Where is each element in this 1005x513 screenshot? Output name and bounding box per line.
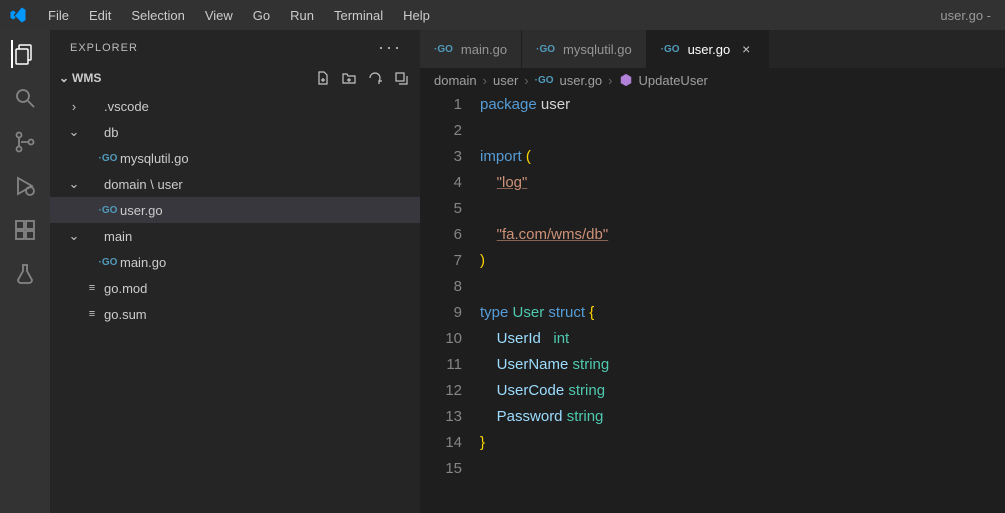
go-file-icon: ·GO [98, 204, 118, 216]
explorer-icon[interactable] [11, 40, 39, 68]
breadcrumb-file[interactable]: user.go [560, 73, 603, 88]
code-editor[interactable]: 123456789101112131415 package user impor… [420, 92, 1005, 482]
tree-item-label: db [102, 125, 118, 140]
spacer [82, 203, 98, 218]
menu-terminal[interactable]: Terminal [324, 4, 393, 27]
go-file-icon: ·GO [98, 256, 118, 268]
menu-bar: FileEditSelectionViewGoRunTerminalHelp [38, 4, 440, 27]
tree-item[interactable]: ·GOuser.go [50, 197, 420, 223]
go-file-icon: ·GO [536, 44, 555, 55]
tree-item[interactable]: ≡go.mod [50, 275, 420, 301]
editor-tab[interactable]: ·GO main.go [420, 30, 522, 68]
tree-item[interactable]: ≡go.sum [50, 301, 420, 327]
chevron-right-icon: › [608, 73, 612, 88]
run-debug-icon[interactable] [11, 172, 39, 200]
tab-label: mysqlutil.go [563, 42, 632, 57]
tab-label: user.go [688, 42, 731, 57]
menu-file[interactable]: File [38, 4, 79, 27]
chevron-down-icon: ⌄ [66, 176, 82, 192]
refresh-icon[interactable] [366, 69, 384, 87]
line-gutter: 123456789101112131415 [420, 92, 480, 482]
tree-item-label: main.go [118, 255, 166, 270]
workspace-header[interactable]: ⌄ WMS [50, 65, 420, 91]
tree-item-label: main [102, 229, 132, 244]
editor-area: ·GO main.go ·GO mysqlutil.go ·GO user.go × dom… [420, 30, 1005, 513]
go-file-icon: ·GO [535, 75, 554, 86]
extensions-icon[interactable] [11, 216, 39, 244]
search-icon[interactable] [11, 84, 39, 112]
file-tree: ›.vscode⌄db ·GOmysqlutil.go⌄domain \ use… [50, 91, 420, 329]
tree-item[interactable]: › .vscode [50, 93, 420, 119]
menu-run[interactable]: Run [280, 4, 324, 27]
editor-tabs: ·GO main.go ·GO mysqlutil.go ·GO user.go × [420, 30, 1005, 68]
chevron-right-icon: › [66, 99, 82, 114]
breadcrumb-part[interactable]: user [493, 73, 518, 88]
spacer [66, 307, 82, 322]
activity-bar [0, 30, 50, 513]
menu-go[interactable]: Go [243, 4, 280, 27]
tree-item[interactable]: ⌄ db [50, 119, 420, 145]
collapse-all-icon[interactable] [392, 69, 410, 87]
menu-edit[interactable]: Edit [79, 4, 121, 27]
chevron-right-icon: › [524, 73, 528, 88]
new-file-icon[interactable] [314, 69, 332, 87]
window-title: user.go - [940, 8, 997, 23]
tree-item-label: user.go [118, 203, 163, 218]
spacer [66, 281, 82, 296]
breadcrumb-part[interactable]: domain [434, 73, 477, 88]
tree-item-label: go.mod [102, 281, 147, 296]
go-file-icon: ·GO [98, 152, 118, 164]
code-body[interactable]: package user import ( "log" "fa.com/wms/… [480, 92, 1005, 482]
close-icon[interactable]: × [738, 41, 754, 57]
editor-tab[interactable]: ·GO user.go × [647, 30, 770, 68]
tree-item-label: .vscode [102, 99, 149, 114]
breadcrumb[interactable]: domain › user › ·GO user.go › UpdateUser [420, 68, 1005, 92]
breadcrumb-symbol[interactable]: UpdateUser [639, 73, 708, 88]
menu-selection[interactable]: Selection [121, 4, 194, 27]
source-control-icon[interactable] [11, 128, 39, 156]
go-file-icon: ·GO [661, 44, 680, 55]
tree-item[interactable]: ·GOmain.go [50, 249, 420, 275]
explorer-title: EXPLORER [70, 42, 138, 54]
go-file-icon: ·GO [434, 44, 453, 55]
method-icon [619, 73, 633, 87]
chevron-down-icon: ⌄ [66, 228, 82, 244]
menu-view[interactable]: View [195, 4, 243, 27]
tree-item[interactable]: ⌄ domain \ user [50, 171, 420, 197]
tree-item-label: go.sum [102, 307, 147, 322]
menu-help[interactable]: Help [393, 4, 440, 27]
explorer-header: EXPLORER ··· [50, 30, 420, 65]
tree-item[interactable]: ·GOmysqlutil.go [50, 145, 420, 171]
spacer [82, 255, 98, 270]
file-icon: ≡ [82, 282, 102, 294]
testing-icon[interactable] [11, 260, 39, 288]
vscode-logo-icon [8, 5, 28, 25]
chevron-down-icon: ⌄ [56, 71, 72, 85]
workspace-name: WMS [72, 71, 101, 85]
tree-item-label: domain \ user [102, 177, 183, 192]
chevron-down-icon: ⌄ [66, 124, 82, 140]
chevron-right-icon: › [483, 73, 487, 88]
spacer [82, 151, 98, 166]
new-folder-icon[interactable] [340, 69, 358, 87]
file-icon: ≡ [82, 308, 102, 320]
editor-tab[interactable]: ·GO mysqlutil.go [522, 30, 647, 68]
tree-item[interactable]: ⌄ main [50, 223, 420, 249]
tree-item-label: mysqlutil.go [118, 151, 189, 166]
tab-label: main.go [461, 42, 507, 57]
explorer-more-icon[interactable]: ··· [378, 37, 402, 58]
explorer-sidebar: EXPLORER ··· ⌄ WMS ›.vscode⌄db ·GOmysqlu… [50, 30, 420, 513]
titlebar: FileEditSelectionViewGoRunTerminalHelp u… [0, 0, 1005, 30]
